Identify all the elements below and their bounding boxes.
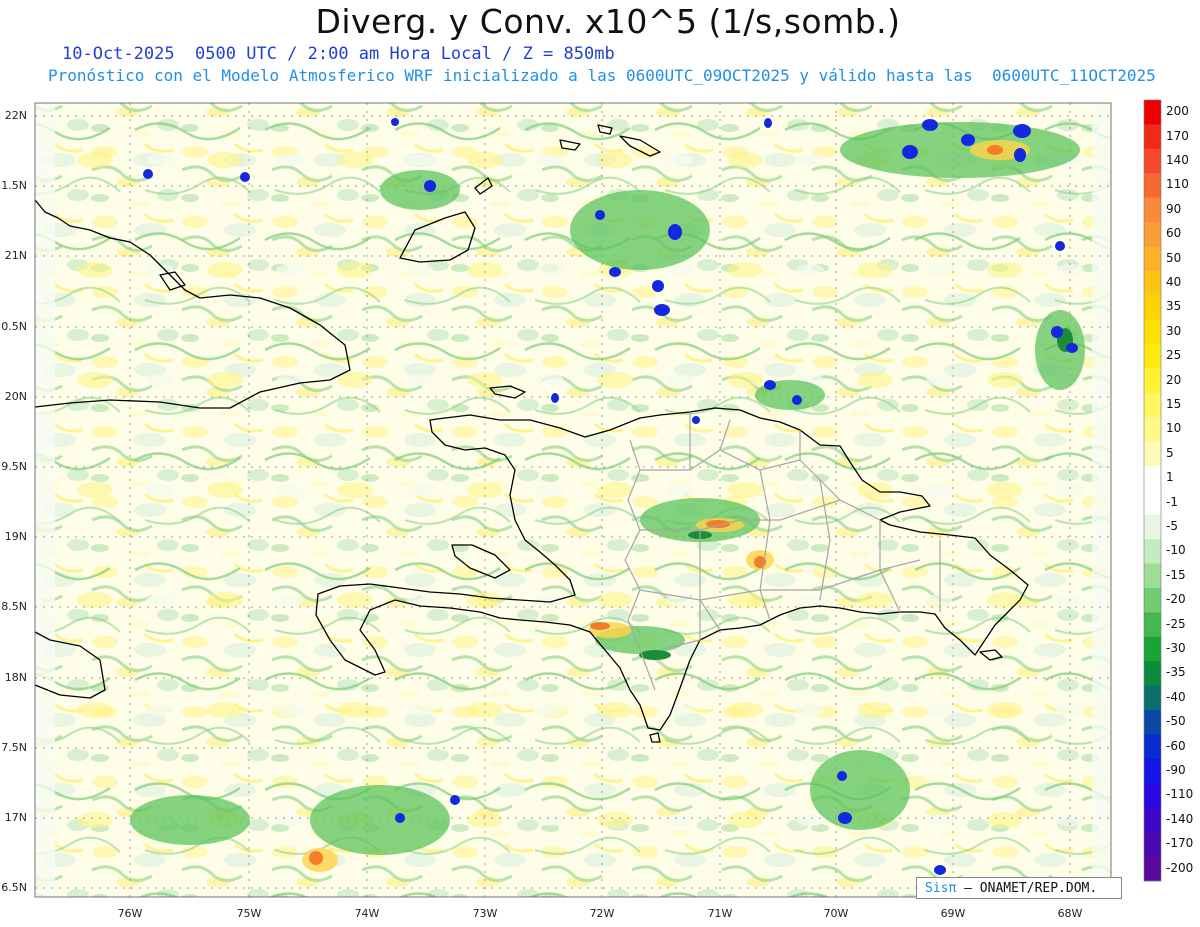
colorbar-label: -25 [1166,616,1186,631]
colorbar-label: -200 [1166,860,1194,875]
colorbar-label: -60 [1166,738,1186,753]
colorbar-swatch [1144,856,1161,882]
colorbar-label: -140 [1166,811,1194,826]
colorbar-swatch [1144,295,1161,321]
colorbar-swatch [1144,636,1161,662]
colorbar-swatch [1144,319,1161,345]
lat-label: 7.5N [1,741,27,754]
lat-label: 9.5N [1,460,27,473]
colorbar-label: -5 [1166,519,1178,533]
colorbar-label: 10 [1166,421,1182,436]
colorbar-swatch [1144,197,1161,223]
colorbar-label: 35 [1166,299,1182,314]
colorbar-label: -1 [1166,494,1178,509]
map-figure [34,99,1162,898]
colorbar-label: -110 [1166,787,1194,802]
colorbar-label: 20 [1166,372,1182,387]
lon-label: 76W [117,907,143,920]
colorbar-label: 200 [1166,104,1189,119]
colorbar-swatch [1144,563,1161,589]
colorbar-swatch [1144,588,1161,613]
colorbar [1143,99,1162,882]
valid-time-subtitle: 10-Oct-2025 0500 UTC / 2:00 am Hora Loca… [62,44,615,64]
colorbar-label: 1 [1166,470,1174,485]
colorbar-label: -20 [1166,592,1186,607]
colorbar-swatch [1144,710,1161,735]
lon-label: 73W [472,907,498,920]
lat-label: 8.5N [1,600,27,613]
colorbar-label: 25 [1166,348,1182,363]
colorbar-label: 170 [1166,128,1189,143]
colorbar-swatch [1144,783,1161,809]
colorbar-swatch [1144,466,1161,491]
colorbar-label: -90 [1166,763,1186,777]
lat-label: 20N [4,390,27,403]
colorbar-swatch [1144,539,1161,565]
lon-label: 72W [589,907,615,920]
colorbar-swatch [1144,807,1161,833]
lat-label: 18N [4,671,27,684]
colorbar-label: -170 [1166,836,1194,851]
colorbar-label: 5 [1166,445,1174,460]
colorbar-swatch [1144,758,1161,784]
colorbar-swatch [1144,392,1161,418]
colorbar-label: 40 [1166,275,1182,289]
lon-label: 74W [354,907,380,920]
colorbar-swatch [1144,173,1161,199]
colorbar-swatch [1144,246,1161,272]
sispi-logo: Sisπ [925,881,957,896]
colorbar-swatch [1144,100,1161,125]
lat-label: 19N [4,530,27,543]
colorbar-swatch [1144,148,1161,174]
lat-label: 1.5N [1,179,27,192]
colorbar-label: -50 [1166,714,1186,729]
colorbar-swatch [1144,368,1161,394]
colorbar-label: -40 [1166,689,1186,704]
colorbar-swatch [1144,661,1161,687]
lon-label: 70W [823,907,849,920]
colorbar-swatch [1144,417,1161,443]
lat-label: 22N [4,109,27,122]
lon-label: 69W [940,907,966,920]
lat-label: 0.5N [1,320,27,333]
colorbar-label: 90 [1166,201,1182,216]
colorbar-label: -35 [1166,665,1186,680]
colorbar-swatch [1144,612,1161,638]
colorbar-label: 60 [1166,226,1182,241]
credit-text: – ONAMET/REP.DOM. [964,881,1098,896]
map-title: Diverg. y Conv. x10^5 (1/s,somb.) [315,2,901,41]
colorbar-label: 30 [1166,323,1182,338]
colorbar-label: 50 [1166,250,1182,265]
colorbar-swatch [1144,685,1161,711]
lon-label: 68W [1057,907,1083,920]
credit-box: Sisπ – ONAMET/REP.DOM. [916,877,1122,899]
colorbar-swatch [1144,270,1161,296]
lon-label: 71W [707,907,733,920]
colorbar-label: -15 [1166,567,1186,582]
colorbar-label: 110 [1166,177,1189,192]
colorbar-label: 140 [1166,153,1189,167]
colorbar-label: 15 [1166,397,1182,411]
lat-label: 6.5N [1,881,27,894]
colorbar-label: -10 [1166,543,1186,558]
model-subtitle: Pronóstico con el Modelo Atmosferico WRF… [48,66,1156,85]
colorbar-swatch [1144,344,1161,369]
lat-label: 21N [4,249,27,262]
colorbar-swatch [1144,124,1161,150]
lat-label: 17N [4,811,27,824]
lon-label: 75W [236,907,262,920]
colorbar-swatch [1144,222,1161,247]
colorbar-swatch [1144,441,1161,467]
colorbar-swatch [1144,734,1161,760]
colorbar-label: -30 [1166,641,1186,655]
colorbar-swatch [1144,832,1161,857]
colorbar-swatch [1144,490,1161,516]
colorbar-swatch [1144,514,1161,540]
